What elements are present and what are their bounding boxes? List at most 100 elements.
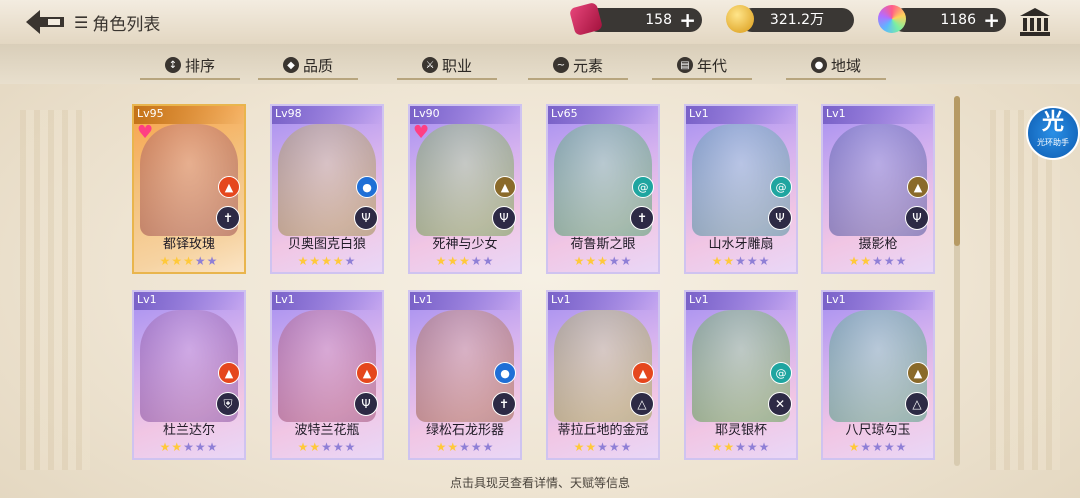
list-icon: ☰ [74, 13, 89, 32]
heart-icon: ♥ [413, 122, 430, 143]
right-pillar-decoration [990, 110, 1060, 470]
class-triangle-icon: △ [905, 392, 929, 416]
star-filled-icon: ★ [723, 440, 736, 454]
star-rating: ★★★★★ [548, 254, 658, 268]
character-name: 都铎玫瑰 [162, 237, 215, 252]
star-empty-icon: ★ [746, 440, 759, 454]
level-label: Lv98 [275, 107, 302, 120]
star-empty-icon: ★ [860, 440, 873, 454]
class-sword-icon: ✝ [492, 392, 516, 416]
class-trident-icon: Ψ [768, 206, 792, 230]
class-triangle-icon: △ [630, 392, 654, 416]
star-filled-icon: ★ [711, 254, 724, 268]
star-filled-icon: ★ [447, 440, 460, 454]
star-empty-icon: ★ [620, 440, 633, 454]
star-filled-icon: ★ [159, 254, 172, 268]
class-sword-icon: ✝ [216, 206, 240, 230]
character-card[interactable]: Lv1 ▲ Ψ 摄影枪 ★★★★★ [821, 104, 935, 274]
filter-era[interactable]: ▤ 年代 [652, 52, 752, 80]
star-rating: ★★★★★ [134, 254, 244, 268]
character-name: 摄影枪 [858, 237, 898, 252]
star-filled-icon: ★ [573, 254, 586, 268]
gem-resource[interactable]: 1186 + [878, 5, 1006, 33]
character-card[interactable]: Lv1 ▲ ⛨ 杜兰达尔 ★★★★★ [132, 290, 246, 460]
star-filled-icon: ★ [585, 254, 598, 268]
filter-quality[interactable]: ◆ 品质 [258, 52, 358, 80]
helper-badge-glyph: 光 [1041, 110, 1064, 135]
star-filled-icon: ★ [309, 254, 322, 268]
star-empty-icon: ★ [895, 254, 908, 268]
class-cross-swords-icon: ✕ [768, 392, 792, 416]
star-filled-icon: ★ [723, 254, 736, 268]
page-title-text: 角色列表 [92, 15, 161, 35]
class-trident-icon: Ψ [354, 392, 378, 416]
element-wind-icon: @ [632, 176, 654, 198]
star-empty-icon: ★ [183, 440, 195, 454]
scrollbar-thumb[interactable] [954, 96, 960, 246]
star-rating: ★★★★★ [410, 440, 520, 454]
star-empty-icon: ★ [872, 254, 884, 268]
character-card[interactable]: Lv95 ♥ ▲ ✝ 都铎玫瑰 ★★★★★ [132, 104, 246, 274]
filter-sort[interactable]: ↕ 排序 [140, 52, 240, 80]
star-empty-icon: ★ [332, 440, 345, 454]
bank-icon[interactable] [1018, 6, 1052, 38]
level-label: Lv1 [275, 293, 295, 306]
filter-element[interactable]: ~ 元素 [528, 52, 628, 80]
star-filled-icon: ★ [183, 254, 195, 268]
star-filled-icon: ★ [321, 254, 333, 268]
character-card[interactable]: Lv1 @ Ψ 山水牙雕扇 ★★★★★ [684, 104, 798, 274]
class-shield-icon: ⛨ [216, 392, 240, 416]
star-empty-icon: ★ [746, 254, 759, 268]
star-rating: ★★★★★ [548, 440, 658, 454]
quality-icon: ◆ [282, 57, 299, 73]
character-name: 杜兰达尔 [162, 423, 215, 438]
character-card[interactable]: Lv1 ▲ Ψ 波特兰花瓶 ★★★★★ [270, 290, 384, 460]
character-card[interactable]: Lv98 ● Ψ 贝奥图克白狼 ★★★★★ [270, 104, 384, 274]
gold-resource[interactable]: 321.2万 [726, 5, 854, 33]
level-label: Lv1 [826, 107, 846, 120]
add-ticket-button[interactable]: + [679, 8, 696, 32]
era-icon: ▤ [676, 57, 693, 73]
rainbow-gem-icon [878, 5, 906, 33]
star-filled-icon: ★ [848, 254, 861, 268]
filter-location[interactable]: ● 地域 [786, 52, 886, 80]
filter-label: 品质 [302, 56, 333, 75]
filter-label: 地域 [830, 56, 861, 75]
character-card[interactable]: Lv1 ● ✝ 绿松石龙形器 ★★★★★ [408, 290, 522, 460]
character-card[interactable]: Lv1 ▲ △ 八尺琼勾玉 ★★★★★ [821, 290, 935, 460]
star-empty-icon: ★ [758, 440, 771, 454]
element-wind-icon: @ [770, 176, 792, 198]
heart-icon: ♥ [137, 122, 154, 143]
star-rating: ★★★★★ [134, 440, 244, 454]
star-rating: ★★★★★ [686, 254, 796, 268]
character-name: 蒂拉丘地的金冠 [557, 423, 649, 438]
star-empty-icon: ★ [470, 254, 483, 268]
element-earth-icon: ▲ [907, 362, 929, 384]
level-label: Lv90 [413, 107, 440, 120]
add-gem-button[interactable]: + [983, 8, 1000, 32]
character-card[interactable]: Lv1 ▲ △ 蒂拉丘地的金冠 ★★★★★ [546, 290, 660, 460]
star-empty-icon: ★ [608, 254, 621, 268]
level-label: Lv95 [137, 107, 164, 120]
star-empty-icon: ★ [735, 254, 747, 268]
element-earth-icon: ▲ [494, 176, 516, 198]
ticket-resource[interactable]: 158 + [568, 1, 702, 37]
filter-class[interactable]: ⚔ 职业 [397, 52, 497, 80]
character-name: 死神与少女 [432, 237, 498, 252]
character-name: 荷鲁斯之眼 [570, 237, 636, 252]
character-card[interactable]: Lv90 ♥ ▲ Ψ 死神与少女 ★★★★★ [408, 104, 522, 274]
star-empty-icon: ★ [206, 440, 219, 454]
location-pin-icon: ● [810, 57, 827, 73]
scrollbar[interactable] [954, 96, 960, 466]
sort-icon: ↕ [164, 57, 181, 73]
character-card[interactable]: Lv1 @ ✕ 耶灵银杯 ★★★★★ [684, 290, 798, 460]
ticket-count: 158 [645, 12, 672, 28]
helper-badge[interactable]: 光 光环助手 [1026, 106, 1080, 160]
back-arrow-icon[interactable] [22, 6, 68, 38]
character-card[interactable]: Lv65 @ ✝ 荷鲁斯之眼 ★★★★★ [546, 104, 660, 274]
star-filled-icon: ★ [159, 440, 172, 454]
star-empty-icon: ★ [620, 254, 633, 268]
element-fire-icon: ▲ [632, 362, 654, 384]
star-rating: ★★★★★ [272, 440, 382, 454]
star-empty-icon: ★ [597, 440, 609, 454]
